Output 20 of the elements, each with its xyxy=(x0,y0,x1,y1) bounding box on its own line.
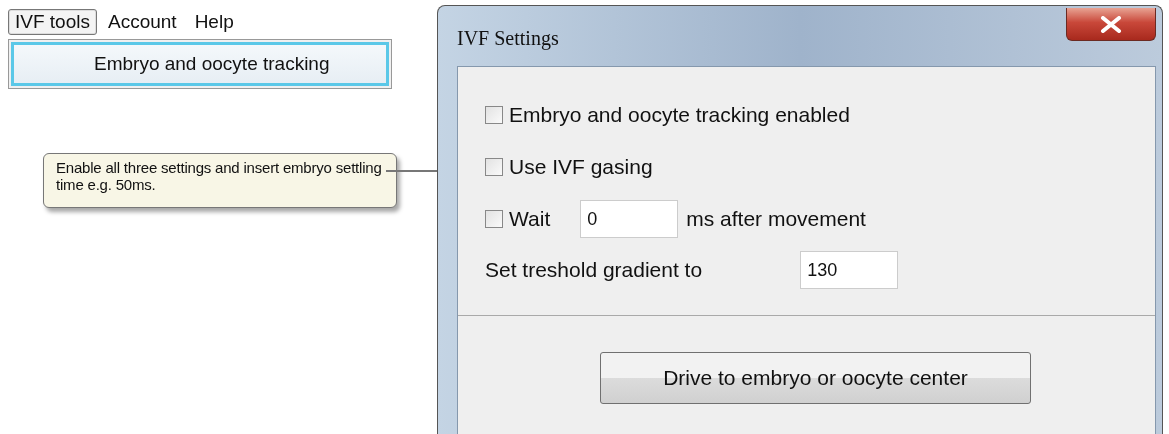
checkbox-label: Use IVF gasing xyxy=(509,155,653,179)
input-field[interactable]: 0 xyxy=(580,200,679,238)
menu-item[interactable]: Embryo and oocyte tracking xyxy=(11,42,389,86)
input-field[interactable]: 130 xyxy=(800,251,899,289)
field-label: Set treshold gradient to xyxy=(485,258,703,282)
close-icon xyxy=(1100,15,1122,33)
close-button[interactable] xyxy=(1066,8,1156,41)
checkbox-label: Embryo and oocyte tracking enabled xyxy=(509,103,850,127)
callout-text: Enable all three settings and insert embryo settling time e.g. 50ms. xyxy=(43,153,397,208)
menu-item[interactable]: IVF tools xyxy=(8,9,97,35)
window-title: IVF Settings xyxy=(457,27,559,50)
menu-item[interactable]: Help xyxy=(187,9,241,35)
leader-line xyxy=(386,170,437,172)
menu-item[interactable]: Account xyxy=(101,9,184,35)
drive-button[interactable]: Drive to embryo or oocyte center xyxy=(600,352,1031,404)
checkbox-label: Wait xyxy=(509,207,551,231)
checkbox[interactable] xyxy=(485,210,503,228)
checkbox[interactable] xyxy=(485,106,503,124)
checkbox[interactable] xyxy=(485,158,503,176)
field-label: ms after movement xyxy=(686,207,866,231)
